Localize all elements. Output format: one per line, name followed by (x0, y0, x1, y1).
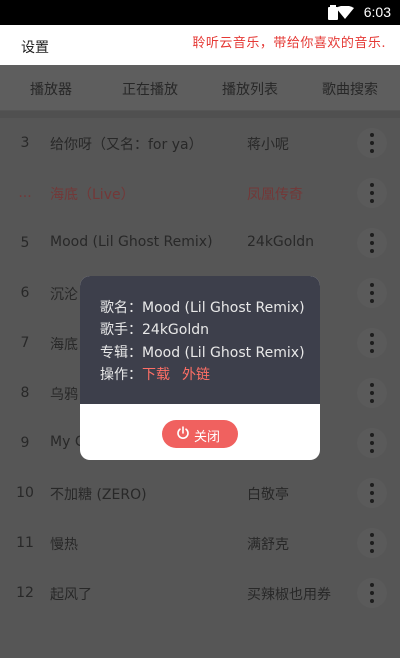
song-name-label: 歌名： (100, 300, 142, 316)
wifi-icon (336, 6, 354, 19)
action-label: 操作： (100, 367, 142, 383)
power-icon (177, 426, 189, 439)
close-label: 关闭 (194, 430, 221, 445)
clock: 6:03 (363, 4, 391, 20)
artist-line: 歌手：24kGoldn (100, 319, 209, 339)
album-label: 专辑： (100, 345, 142, 361)
song-name-line: 歌名：Mood (Lil Ghost Remix) (100, 297, 305, 317)
slogan: 聆听云音乐，带给你喜欢的音乐. (192, 36, 386, 51)
artist-label: 歌手： (100, 322, 142, 338)
album-value: Mood (Lil Ghost Remix) (142, 345, 305, 361)
external-link[interactable]: 外链 (182, 367, 210, 383)
action-line: 操作：下载 外链 (100, 364, 222, 384)
status-bar: 6:03 (0, 0, 400, 25)
artist-value: 24kGoldn (142, 322, 209, 338)
song-info-panel: 歌名：Mood (Lil Ghost Remix) 歌手：24kGoldn 专辑… (80, 276, 320, 404)
close-button[interactable]: 关闭 (162, 420, 238, 448)
album-line: 专辑：Mood (Lil Ghost Remix) (100, 342, 305, 362)
download-link[interactable]: 下载 (142, 367, 170, 383)
song-name-value: Mood (Lil Ghost Remix) (142, 300, 305, 316)
song-info-dialog: 歌名：Mood (Lil Ghost Remix) 歌手：24kGoldn 专辑… (80, 276, 320, 460)
settings-button[interactable]: 设置 (21, 37, 49, 57)
app-header: 设置 聆听云音乐，带给你喜欢的音乐. (0, 25, 400, 65)
